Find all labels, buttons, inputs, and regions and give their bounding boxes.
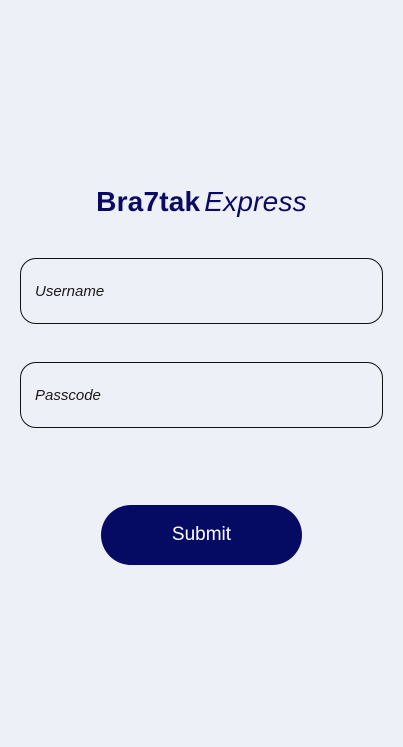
brand-name-light: Express: [204, 186, 307, 217]
brand-name-bold: Bra7tak: [96, 186, 201, 217]
username-input[interactable]: [20, 258, 383, 324]
submit-button[interactable]: Submit: [101, 505, 302, 565]
passcode-input[interactable]: [20, 362, 383, 428]
app-logo-title: Bra7tak Express: [0, 182, 403, 222]
